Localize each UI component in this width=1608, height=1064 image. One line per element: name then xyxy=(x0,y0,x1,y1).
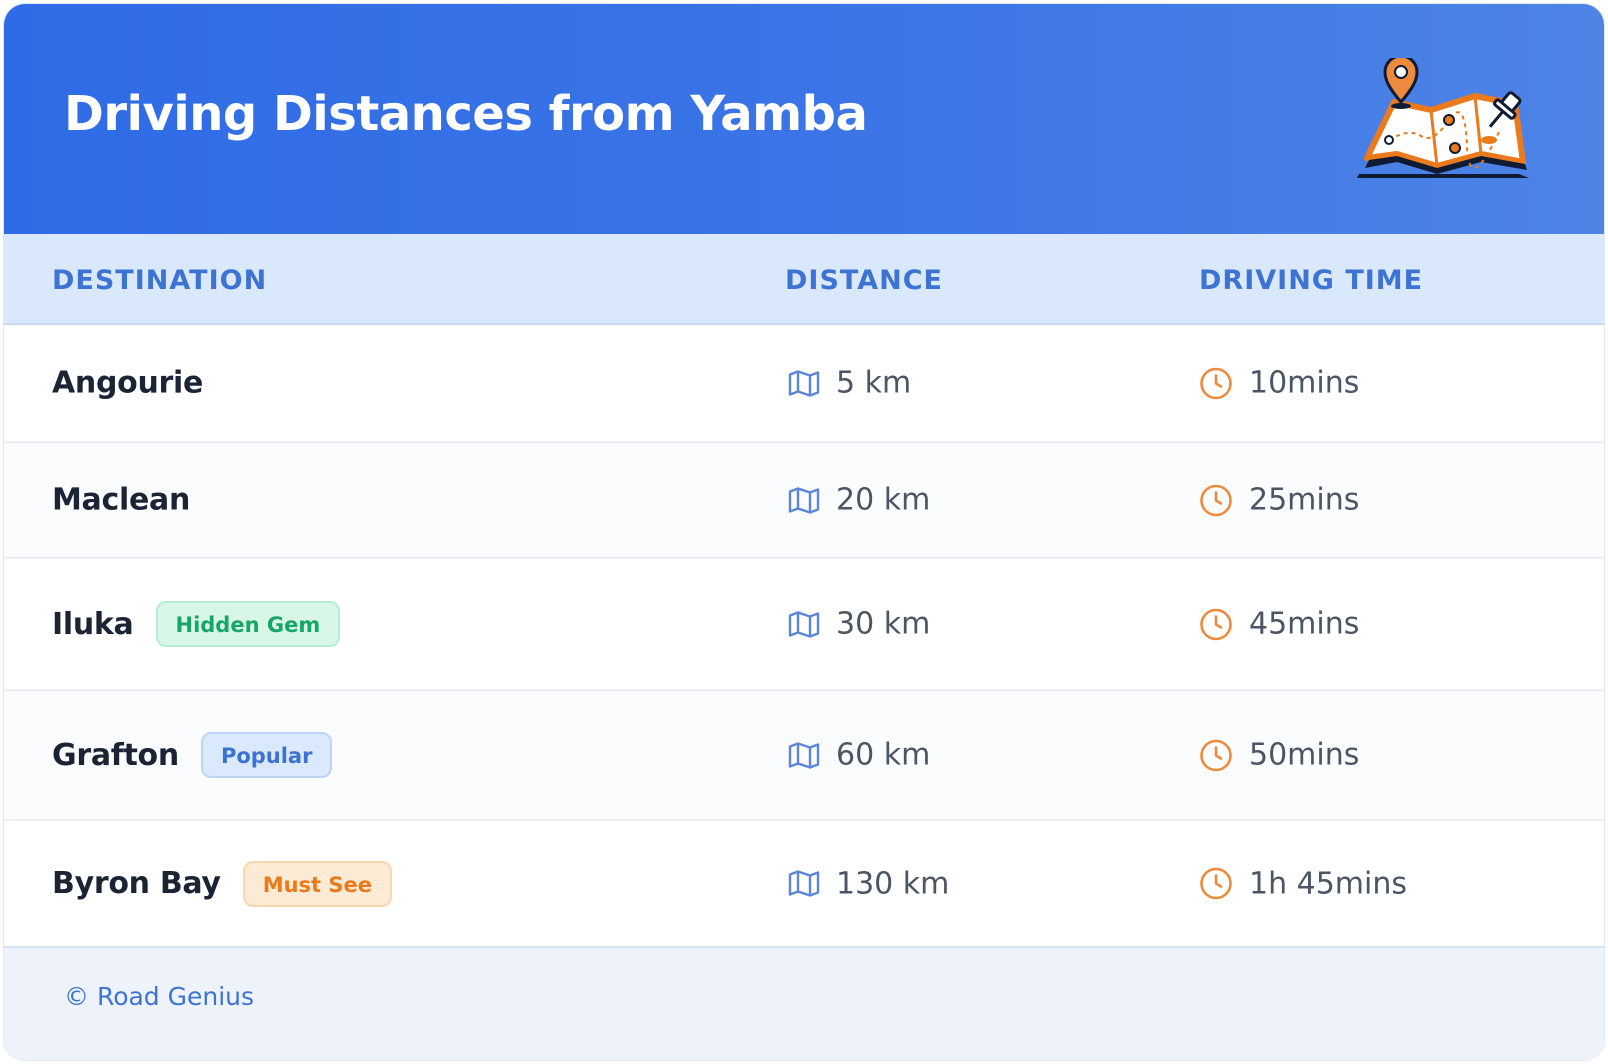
destination-name: Byron Bay xyxy=(52,866,221,901)
column-header-driving-time: DRIVING TIME xyxy=(1199,265,1424,296)
distance-value: 130 km xyxy=(836,866,950,901)
distance-cell: 20 km xyxy=(788,483,930,518)
time-value: 1h 45mins xyxy=(1249,866,1408,901)
destination-name: Angourie xyxy=(52,365,204,401)
copyright-text: © Road Genius xyxy=(64,982,255,1011)
destination-cell: Grafton Popular xyxy=(52,732,333,778)
card-footer: © Road Genius xyxy=(4,946,1604,1060)
time-value: 25mins xyxy=(1249,482,1360,518)
map-icon xyxy=(788,486,820,514)
popular-badge: Popular xyxy=(200,732,333,778)
distance-value: 5 km xyxy=(836,365,912,401)
map-with-pins-icon xyxy=(1357,58,1529,178)
hidden-gem-badge: Hidden Gem xyxy=(155,601,341,647)
time-cell: 1h 45mins xyxy=(1199,866,1407,901)
destination-name: Iluka xyxy=(52,606,134,642)
clock-icon xyxy=(1200,739,1232,771)
destination-cell: Angourie xyxy=(52,366,203,401)
table-row: Angourie 5 km 10mins xyxy=(4,325,1604,443)
clock-icon xyxy=(1200,608,1232,640)
map-icon xyxy=(788,870,820,897)
column-header-destination: DESTINATION xyxy=(52,265,268,296)
time-cell: 45mins xyxy=(1199,607,1359,642)
table-row: Iluka Hidden Gem 30 km 45mins xyxy=(4,559,1604,691)
time-value: 45mins xyxy=(1249,606,1360,642)
page-title: Driving Distances from Yamba xyxy=(64,86,868,142)
time-cell: 10mins xyxy=(1199,366,1359,401)
distance-value: 30 km xyxy=(836,606,931,642)
destination-name: Grafton xyxy=(52,737,179,773)
clock-icon xyxy=(1200,867,1232,900)
distance-cell: 130 km xyxy=(788,866,949,901)
destination-name: Maclean xyxy=(52,482,191,518)
table-row: Grafton Popular 60 km 50mins xyxy=(4,691,1604,821)
distance-cell: 30 km xyxy=(788,607,930,642)
must-see-badge: Must See xyxy=(242,860,392,907)
time-cell: 50mins xyxy=(1199,738,1359,773)
column-header-distance: DISTANCE xyxy=(785,265,943,296)
destination-cell: Maclean xyxy=(52,483,190,518)
distance-value: 60 km xyxy=(836,737,931,773)
clock-icon xyxy=(1200,484,1232,516)
map-icon xyxy=(788,741,820,769)
time-value: 10mins xyxy=(1249,365,1360,401)
destination-cell: Byron Bay Must See xyxy=(52,860,392,907)
map-icon xyxy=(788,610,820,638)
table-row: Byron Bay Must See 130 km 1h 45mins xyxy=(4,821,1604,946)
card-header: Driving Distances from Yamba xyxy=(4,4,1604,234)
map-icon xyxy=(788,369,820,397)
distance-card: Driving Distances from Yamba DESTINATION… xyxy=(3,3,1605,1061)
clock-icon xyxy=(1200,367,1232,399)
distance-cell: 60 km xyxy=(788,738,930,773)
distance-cell: 5 km xyxy=(788,366,911,401)
distance-value: 20 km xyxy=(836,482,931,518)
table-header: DESTINATION DISTANCE DRIVING TIME xyxy=(4,234,1604,325)
table-row: Maclean 20 km 25mins xyxy=(4,443,1604,559)
time-cell: 25mins xyxy=(1199,483,1359,518)
time-value: 50mins xyxy=(1249,737,1360,773)
destination-cell: Iluka Hidden Gem xyxy=(52,601,341,647)
